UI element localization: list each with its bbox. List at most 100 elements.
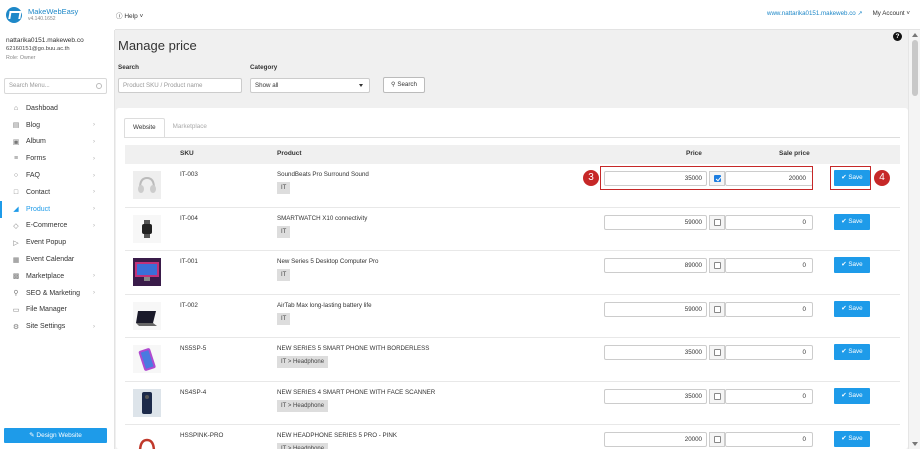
sale-price-checkbox[interactable]: [714, 349, 721, 356]
sidebar-item-seo-marketing[interactable]: ⚲ SEO & Marketing ›: [0, 285, 114, 302]
sale-price-input[interactable]: 0: [725, 432, 813, 447]
sidebar-item-file-manager[interactable]: ▭ File Manager: [0, 302, 114, 319]
price-input[interactable]: 35000: [604, 388, 707, 404]
sale-price-checkbox[interactable]: [714, 392, 721, 400]
sale-price-checkbox[interactable]: [714, 436, 721, 443]
save-button[interactable]: ✔ Save: [834, 431, 870, 447]
sidebar-item-forms[interactable]: ≡ Forms ›: [0, 150, 114, 167]
sale-price-input[interactable]: 0: [725, 214, 813, 230]
category-select[interactable]: Show all: [250, 78, 370, 93]
sidebar-item-event-popup[interactable]: ▷ Event Popup: [0, 234, 114, 251]
sale-price-checkbox[interactable]: [714, 305, 721, 313]
save-button[interactable]: ✔ Save: [834, 257, 870, 273]
table-header: SKU Product Price Sale price: [125, 145, 900, 164]
price-input[interactable]: 35000: [604, 345, 707, 360]
sidebar-item-product[interactable]: ◢ Product ›: [0, 200, 114, 218]
save-button[interactable]: ✔ Save: [834, 300, 870, 317]
menu-search-input[interactable]: Search Menu...: [4, 78, 107, 94]
sale-price-input[interactable]: 0: [725, 301, 813, 317]
save-button-label: Save: [848, 261, 863, 268]
user-info: nattarika0151.makeweb.co 62160151@go.buu…: [0, 30, 114, 63]
tab-marketplace[interactable]: Marketplace: [165, 118, 215, 138]
sidebar-item-e-commerce[interactable]: ◇ E-Commerce ›: [0, 218, 114, 235]
design-website-button[interactable]: ✎ Design Website: [4, 428, 107, 443]
tab-bar: Website Marketplace: [124, 118, 215, 138]
menu-search-placeholder: Search Menu...: [9, 83, 50, 89]
tab-divider: [124, 137, 900, 138]
check-icon: ✔: [841, 391, 847, 399]
external-link-icon: ↗: [857, 10, 863, 17]
save-button[interactable]: ✔ Save: [834, 387, 870, 404]
sidebar-item-faq[interactable]: ○ FAQ ›: [0, 167, 114, 184]
sidebar-item-blog[interactable]: ▤ Blog ›: [0, 117, 114, 134]
sale-price-checkbox[interactable]: [714, 262, 721, 269]
price-panel: Website Marketplace SKU Product Price Sa…: [116, 108, 908, 449]
price-input[interactable]: 89000: [604, 258, 707, 273]
help-label: Help: [124, 13, 138, 20]
search-icon: ⚲: [391, 81, 396, 88]
sidebar-item-contact[interactable]: □ Contact ›: [0, 184, 114, 201]
product-category-badge: IT > Headphone: [277, 356, 329, 368]
product-category-badge: IT: [277, 225, 291, 238]
brand-version: v4.140.1652: [28, 16, 56, 22]
search-label: Search: [118, 64, 140, 71]
sale-price-input[interactable]: 0: [725, 345, 813, 360]
folder-icon: ▭: [12, 306, 20, 314]
product-category-badge: IT > Headphone: [277, 399, 329, 412]
chevron-down-icon: ˅: [906, 10, 910, 17]
step-marker-3: 3: [583, 170, 599, 186]
save-button[interactable]: ✔ Save: [834, 344, 870, 360]
chevron-down-icon: ˅: [139, 13, 144, 20]
price-input[interactable]: 59000: [604, 301, 707, 317]
sale-checkbox-group: [709, 301, 725, 317]
site-url-link[interactable]: www.nattarika0151.makeweb.co ↗: [767, 10, 863, 17]
sidebar-item-event-calendar[interactable]: ▦ Event Calendar: [0, 251, 114, 268]
my-account-label: My Account: [872, 10, 905, 17]
faq-icon: ○: [13, 172, 19, 180]
table-row: NS5SP-5 NEW SERIES 5 SMART PHONE WITH BOR…: [125, 338, 900, 382]
product-thumbnail: [133, 258, 161, 286]
search-icon: [96, 83, 102, 89]
brand[interactable]: MakeWebEasy v4.140.1652: [0, 0, 115, 30]
brand-name: MakeWebEasy: [28, 7, 79, 16]
product-category-badge: IT: [277, 269, 291, 281]
scrollbar-thumb[interactable]: [912, 40, 918, 96]
sidebar-item-label: Marketplace: [26, 272, 65, 280]
design-website-label: Design Website: [36, 432, 82, 439]
price-input[interactable]: 59000: [604, 214, 707, 230]
product-category-badge: IT: [277, 182, 291, 194]
my-account-menu[interactable]: My Account ˅: [873, 10, 910, 17]
scroll-up-icon[interactable]: [912, 33, 918, 37]
tab-website[interactable]: Website: [124, 118, 165, 138]
sidebar-item-marketplace[interactable]: ▩ Marketplace ›: [0, 268, 114, 285]
sidebar-item-site-settings[interactable]: ⚙ Site Settings ›: [0, 318, 114, 335]
help-menu[interactable]: ⓘ Help ˅: [116, 10, 143, 20]
highlight-price-box: [600, 166, 813, 190]
save-button[interactable]: ✔ Save: [834, 213, 870, 230]
highlight-save-box: [830, 166, 871, 190]
product-category-badge: IT > Headphone: [277, 443, 329, 449]
sidebar-item-album[interactable]: ▣ Album ›: [0, 134, 114, 151]
gear-icon: ⚙: [12, 323, 20, 331]
product-name: AirTab Max long-lasting battery life: [277, 301, 372, 309]
product-sku: NS4SP-4: [180, 388, 207, 396]
site-url-text: www.nattarika0151.makeweb.co: [767, 10, 856, 17]
product-name: New Series 5 Desktop Computer Pro: [277, 258, 379, 265]
product-search-input[interactable]: Product SKU / Product name: [118, 78, 242, 93]
sidebar-item-dashboad[interactable]: ⌂ Dashboad: [0, 100, 114, 117]
product-sku: HSSPINK-PRO: [180, 432, 224, 439]
main-content: Manage price ? Search Product SKU / Prod…: [116, 30, 908, 449]
search-icon: ⚲: [13, 290, 19, 298]
page-scrollbar[interactable]: [908, 30, 920, 449]
user-host: nattarika0151.makeweb.co: [6, 37, 84, 44]
scroll-down-icon[interactable]: [912, 442, 918, 446]
table-row: IT-002 AirTab Max long-lasting battery li…: [125, 294, 900, 338]
sale-price-checkbox[interactable]: [714, 218, 721, 226]
help-question-icon[interactable]: ?: [893, 32, 902, 41]
cart-icon: ◢: [13, 206, 19, 214]
price-input[interactable]: 20000: [604, 432, 707, 447]
search-button[interactable]: ⚲ Search: [383, 77, 425, 93]
sale-price-input[interactable]: 0: [725, 258, 813, 273]
sidebar-item-label: Blog: [26, 121, 41, 129]
sale-price-input[interactable]: 0: [725, 388, 813, 404]
